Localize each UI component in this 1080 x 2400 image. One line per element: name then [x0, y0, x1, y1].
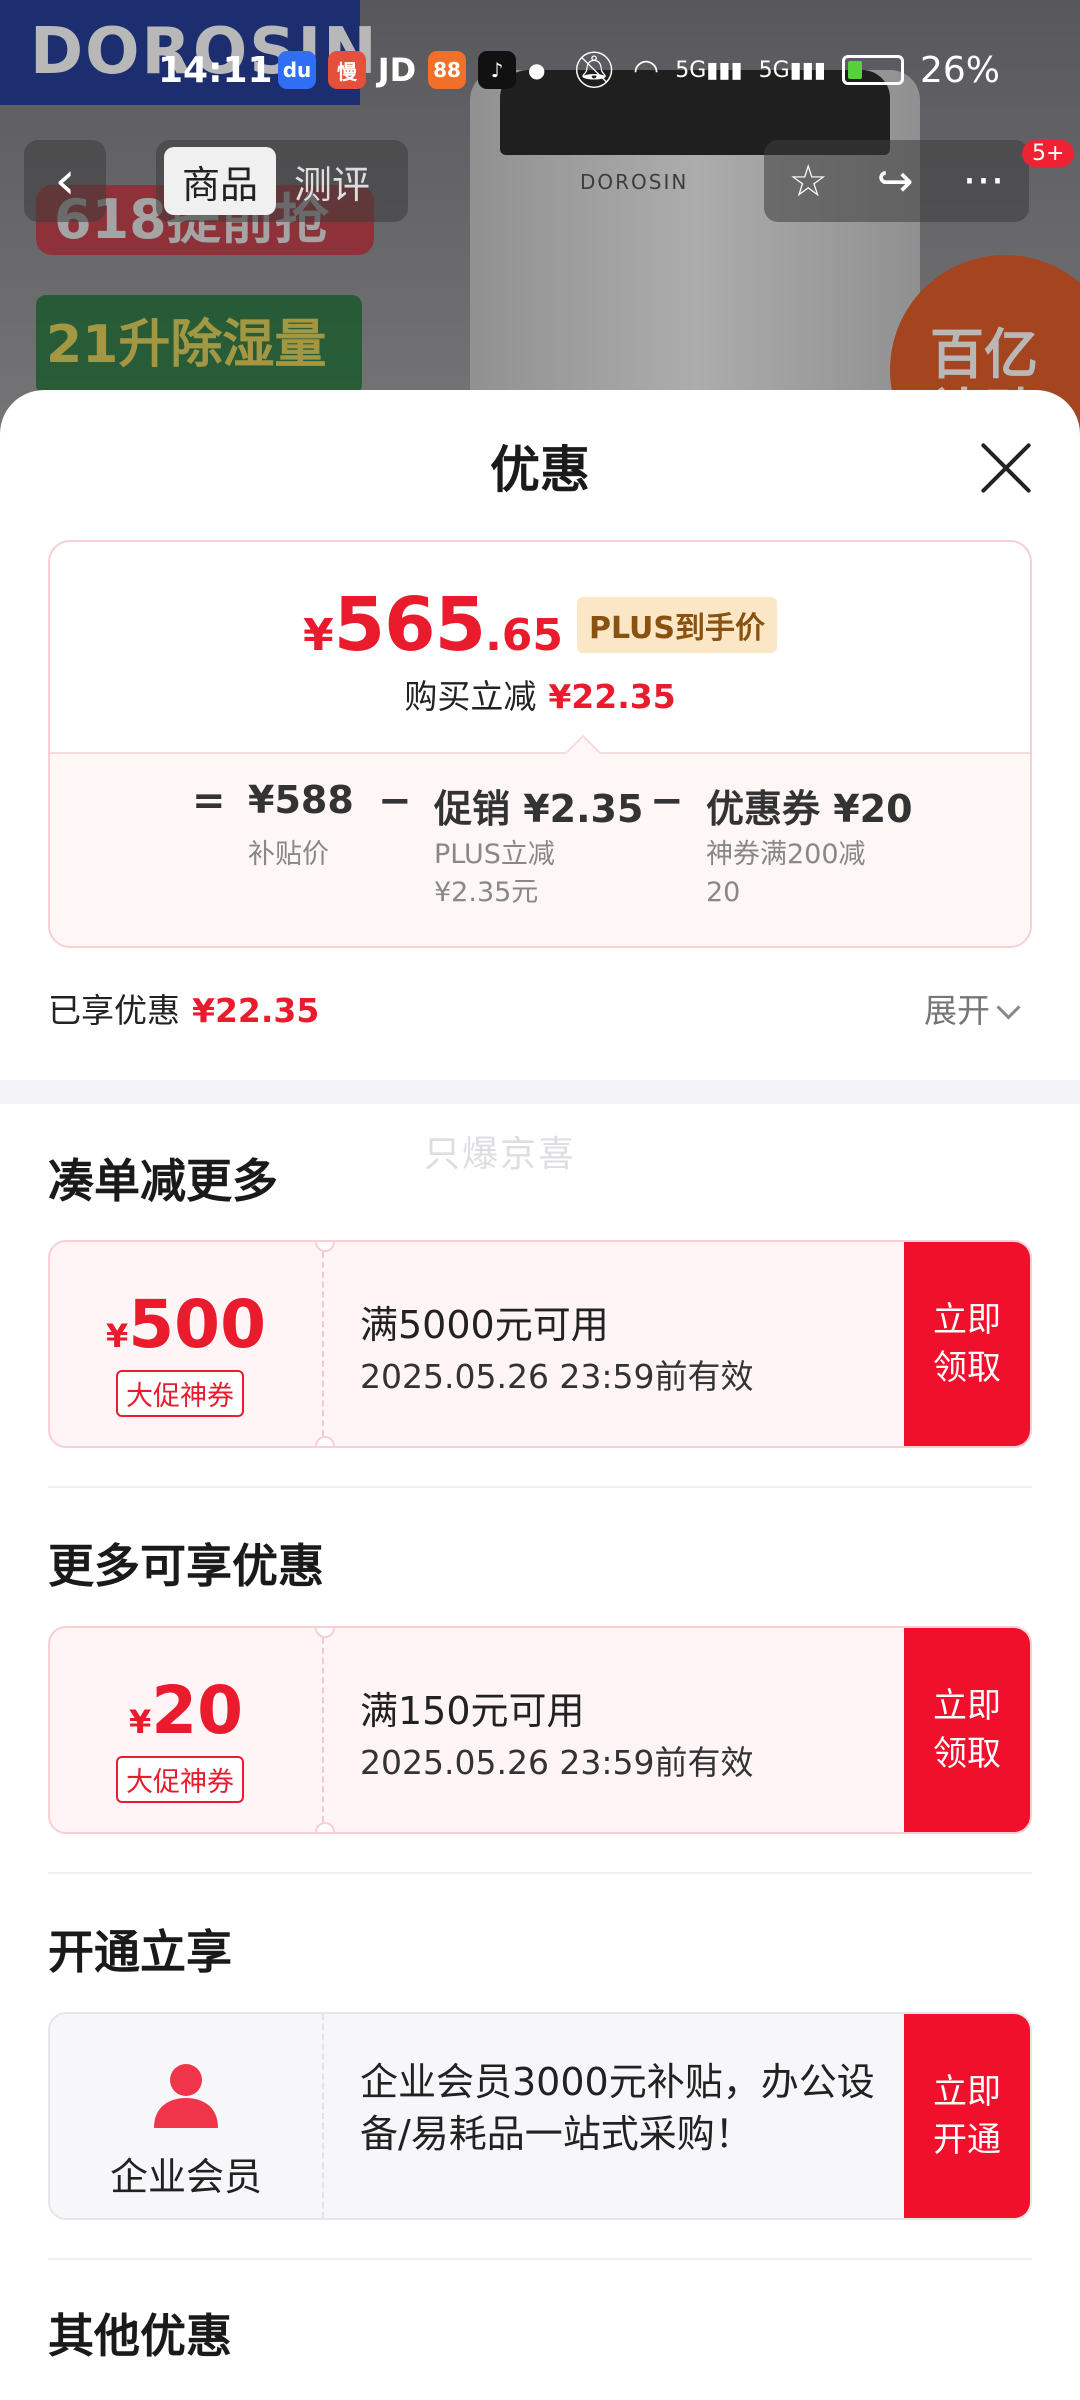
section-separator [0, 1080, 1080, 1104]
member-label: 企业会员 [109, 2155, 262, 2199]
member-benefit-text: 企业会员3000元补贴，办公设备/易耗品一站式采购！ [360, 2060, 875, 2156]
instant-reduction: 购买立减 ¥22.35 [404, 677, 676, 716]
dot-icon: ● [528, 58, 546, 82]
coupon-card-500: ¥500 大促神券 满5000元可用 2025.05.26 23:59前有效 立… [48, 1240, 1032, 1448]
douyin-icon: ♪ [478, 51, 516, 89]
coupon-discount: 优惠券 ¥20 [706, 787, 913, 831]
coupon-card-20: ¥20 大促神券 满150元可用 2025.05.26 23:59前有效 立即领… [48, 1626, 1032, 1834]
coupon-tag: 大促神券 [116, 1370, 244, 1417]
base-price: ¥588 [248, 778, 354, 822]
promo-note-2: ¥2.35元 [434, 877, 539, 908]
base-price-note: 补贴价 [248, 839, 329, 870]
divider [48, 1872, 1032, 1874]
promo-note-1: PLUS立减 [434, 839, 555, 870]
share-icon[interactable]: ↪ [877, 156, 914, 207]
price-breakdown-card: ¥ 565 .65 PLUS到手价 购买立减 ¥22.35 = ¥588 补贴价 … [48, 540, 1032, 948]
coupon-validity: 2025.05.26 23:59前有效 [360, 1743, 754, 1782]
status-time: 14:11 [158, 49, 273, 91]
coupon-tag: 大促神券 [116, 1756, 244, 1803]
notification-badge: 5+ [1022, 140, 1075, 167]
signal-5g-icon-1: 5G▮▮▮ [675, 57, 743, 83]
battery-icon [841, 55, 904, 85]
chevron-down-icon [996, 995, 1021, 1020]
price-calculation: = ¥588 补贴价 − 促销 ¥2.35 PLUS立减 ¥2.35元 − 优惠… [50, 752, 1030, 946]
watermark: 只爆京喜 [424, 1134, 577, 1175]
section-title-open: 开通立享 [48, 1925, 232, 1979]
final-price: ¥ 565 .65 PLUS到手价 [50, 582, 1030, 668]
jd-text-icon: JD [377, 51, 417, 89]
coupon-amount: ¥20 [128, 1672, 244, 1749]
coupon-condition: 满150元可用 [360, 1689, 585, 1733]
sheet-title: 优惠 [490, 441, 590, 499]
tab-review[interactable]: 测评 [276, 147, 388, 215]
minus-sign-1: − [378, 778, 412, 824]
more-icon[interactable]: ··· [963, 156, 1005, 207]
section-title-other: 其他优惠 [48, 2309, 232, 2363]
equals-sign: = [192, 778, 226, 824]
divider [48, 1486, 1032, 1488]
discount-sheet: 优惠 ¥ 565 .65 PLUS到手价 购买立减 ¥22.35 = ¥588 补… [0, 390, 1080, 2400]
claim-coupon-button[interactable]: 立即 领取 [904, 1242, 1030, 1446]
baidu-icon: du [278, 51, 316, 89]
back-arrow-icon: ‹ [54, 151, 76, 211]
section-title-bundle: 凑单减更多 [48, 1154, 278, 1208]
close-button[interactable] [978, 440, 1034, 496]
expand-button[interactable]: 展开 [924, 984, 1021, 1032]
top-nav-bar: ‹ 商品 测评 ☆ ↪ ··· [0, 140, 1080, 225]
coupon-note-2: 20 [706, 877, 741, 908]
section-title-more: 更多可享优惠 [48, 1539, 324, 1593]
person-icon [154, 2064, 218, 2128]
status-bar: 14:11 du 慢 JD 88 ♪ ● 🔕︎ ◠ 5G▮▮▮ 5G▮▮▮ 26… [0, 40, 1080, 100]
favorite-star-icon[interactable]: ☆ [788, 156, 827, 207]
battery-percent: 26% [919, 49, 1000, 91]
coupon-condition: 满5000元可用 [360, 1303, 609, 1347]
enterprise-member-card: 企业会员 企业会员3000元补贴，办公设备/易耗品一站式采购！ 立即 开通 [48, 2012, 1032, 2220]
coupon-note-1: 神券满200减 [706, 839, 866, 870]
orange-app-icon: 88 [428, 51, 466, 89]
enjoyed-discount: 已享优惠 ¥22.35 [48, 991, 320, 1030]
tab-goods[interactable]: 商品 [164, 147, 277, 215]
minus-sign-2: − [650, 778, 684, 824]
man-app-icon: 慢 [328, 51, 366, 89]
nav-tabs: 商品 测评 [156, 140, 408, 222]
coupon-amount: ¥500 [105, 1286, 267, 1363]
coupon-validity: 2025.05.26 23:59前有效 [360, 1357, 754, 1396]
signal-5g-icon-2: 5G▮▮▮ [758, 57, 826, 83]
promo-discount: 促销 ¥2.35 [434, 787, 644, 831]
mute-bell-icon: 🔕︎ [571, 50, 618, 91]
plus-price-tag: PLUS到手价 [577, 597, 778, 653]
back-button[interactable]: ‹ [24, 140, 106, 222]
divider [48, 2258, 1032, 2260]
claim-coupon-button[interactable]: 立即 领取 [904, 1628, 1030, 1832]
nav-actions: ☆ ↪ ··· [764, 140, 1029, 222]
wifi-icon: ◠ [633, 52, 660, 88]
open-membership-button[interactable]: 立即 开通 [904, 2014, 1030, 2218]
